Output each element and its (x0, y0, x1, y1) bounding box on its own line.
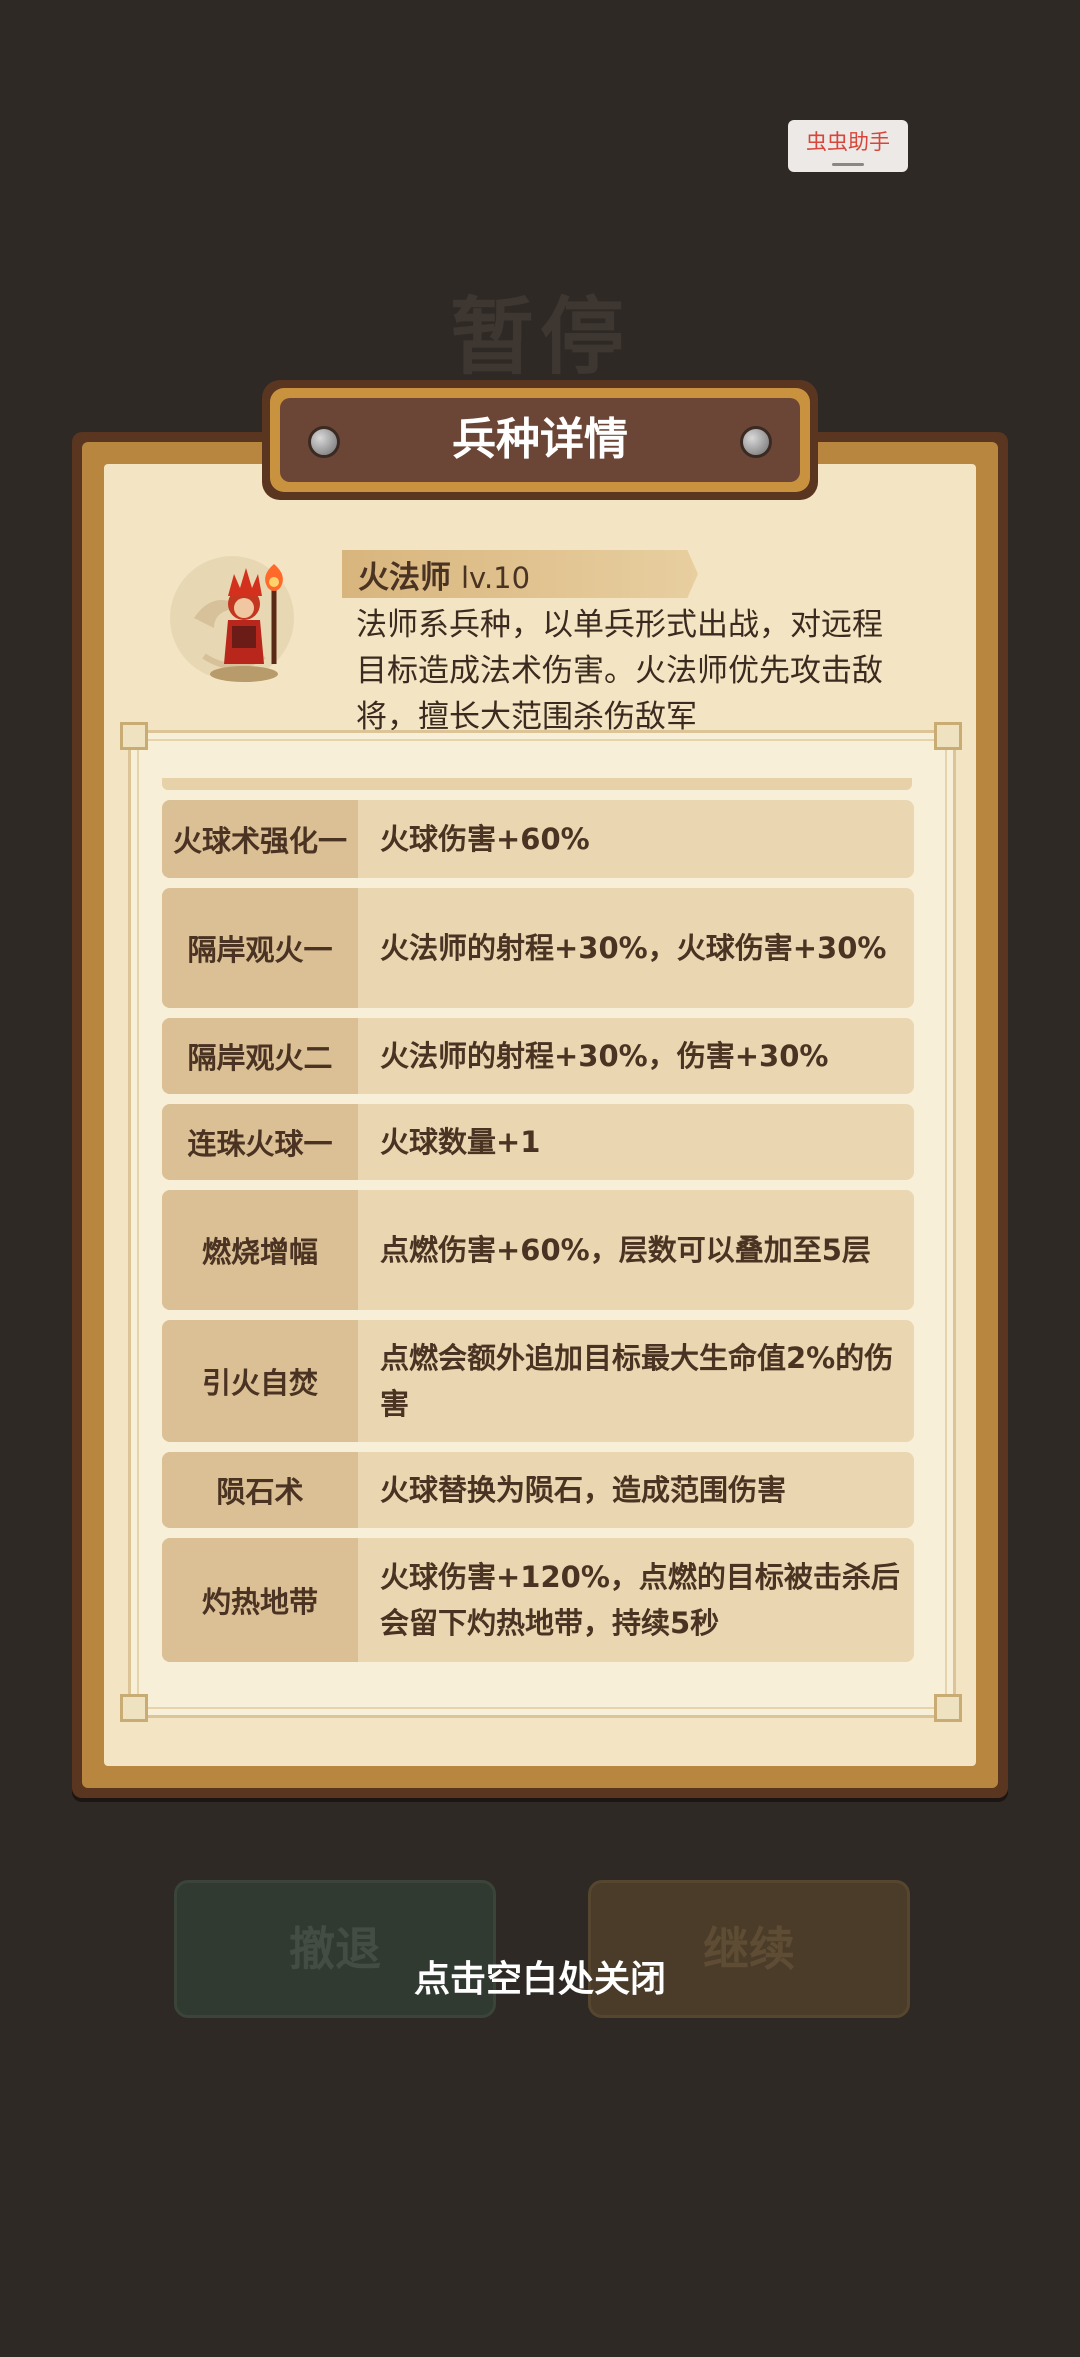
upgrade-row-partial (162, 778, 912, 790)
helper-button[interactable]: 虫虫助手 (788, 120, 908, 172)
upgrade-name: 火球术强化一 (162, 800, 358, 878)
upgrade-effect: 火法师的射程+30%，伤害+30% (380, 1039, 829, 1073)
unit-name-text: 火法师 (358, 560, 451, 596)
upgrade-name: 连珠火球一 (162, 1104, 358, 1180)
pause-title: 暂停 (449, 288, 630, 386)
upgrade-row: 陨石术 火球替换为陨石，造成范围伤害 (162, 1452, 914, 1528)
upgrade-effect: 火球伤害+120%，点燃的目标被击杀后会留下灼热地带，持续5秒 (380, 1560, 900, 1640)
panel-title-plate: 兵种详情 (262, 380, 818, 500)
upgrade-row: 连珠火球一 火球数量+1 (162, 1104, 914, 1180)
frame-corner-ornament (120, 722, 148, 750)
upgrade-name: 陨石术 (162, 1452, 358, 1528)
upgrade-name: 隔岸观火二 (162, 1018, 358, 1094)
upgrade-name: 隔岸观火一 (162, 888, 358, 1008)
upgrade-row: 引火自焚 点燃会额外追加目标最大生命值2%的伤害 (162, 1320, 914, 1442)
drag-handle[interactable] (832, 163, 864, 166)
rivet-icon (308, 426, 340, 458)
upgrade-name: 引火自焚 (162, 1320, 358, 1442)
upgrade-effect: 点燃会额外追加目标最大生命值2%的伤害 (380, 1341, 894, 1421)
frame-corner-ornament (934, 722, 962, 750)
frame-corner-ornament (120, 1694, 148, 1722)
fire-mage-avatar-icon (170, 556, 294, 682)
unit-description: 法师系兵种，以单兵形式出战，对远程目标造成法术伤害。火法师优先攻击敌将，擅长大范… (356, 607, 883, 735)
upgrade-effect: 火球替换为陨石，造成范围伤害 (380, 1473, 787, 1507)
upgrade-effect: 火球数量+1 (380, 1125, 541, 1159)
rivet-icon (740, 426, 772, 458)
upgrade-name: 灼热地带 (162, 1538, 358, 1662)
upgrade-name: 燃烧增幅 (162, 1190, 358, 1310)
unit-level: lv.10 (461, 561, 531, 595)
frame-corner-ornament (934, 1694, 962, 1722)
upgrade-effect: 火法师的射程+30%，火球伤害+30% (380, 931, 887, 965)
upgrade-effect: 火球伤害+60% (380, 822, 590, 856)
upgrade-effect: 点燃伤害+60%，层数可以叠加至5层 (380, 1233, 871, 1267)
upgrade-row: 隔岸观火二 火法师的射程+30%，伤害+30% (162, 1018, 914, 1094)
upgrade-row: 灼热地带 火球伤害+120%，点燃的目标被击杀后会留下灼热地带，持续5秒 (162, 1538, 914, 1662)
panel-title: 兵种详情 (280, 398, 800, 482)
upgrade-row: 隔岸观火一 火法师的射程+30%，火球伤害+30% (162, 888, 914, 1008)
upgrade-row: 燃烧增幅 点燃伤害+60%，层数可以叠加至5层 (162, 1190, 914, 1310)
close-hint[interactable]: 点击空白处关闭 (0, 1950, 1080, 2002)
unit-name: 火法师 lv.10 (358, 552, 530, 597)
upgrade-row: 火球术强化一 火球伤害+60% (162, 800, 914, 878)
helper-button-label: 虫虫助手 (806, 130, 890, 154)
